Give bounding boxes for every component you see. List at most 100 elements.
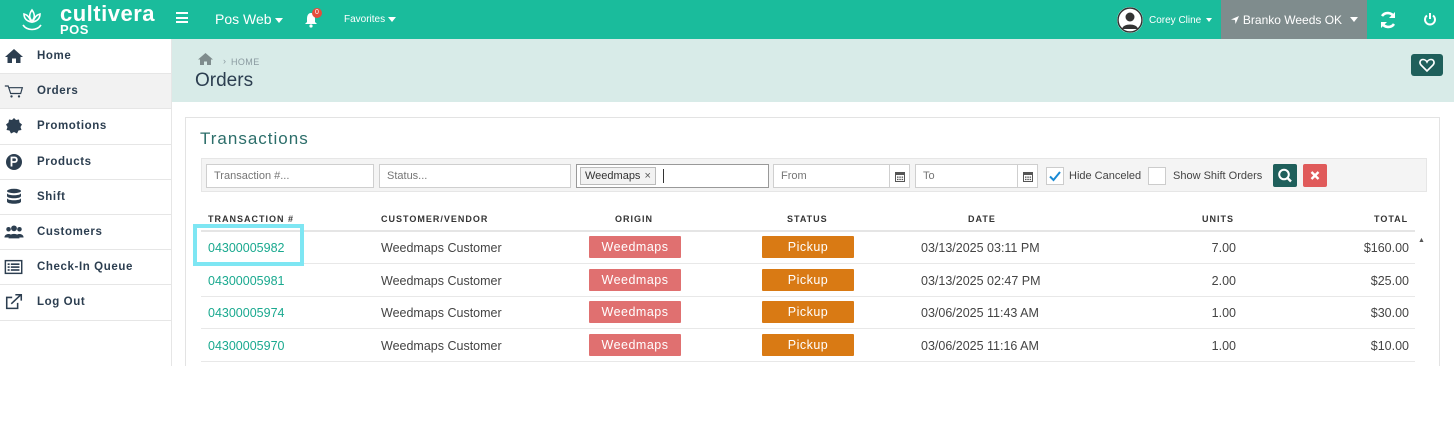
transaction-link[interactable]: 04300005970: [208, 339, 284, 353]
cultivera-leaf-icon: [22, 8, 42, 31]
from-calendar-button[interactable]: [890, 164, 910, 188]
to-calendar-button[interactable]: [1018, 164, 1038, 188]
notification-badge: 0: [312, 8, 322, 18]
user-menu[interactable]: Corey Cline: [1117, 7, 1213, 33]
home-icon[interactable]: [197, 52, 214, 66]
location-arrow-icon: [1230, 15, 1239, 24]
hamburger-menu-icon[interactable]: [176, 12, 188, 26]
transaction-link[interactable]: 04300005981: [208, 274, 284, 288]
filter-bar: Weedmaps×: [201, 158, 1427, 192]
sidebar-item-promotions[interactable]: Promotions: [0, 109, 171, 145]
app-menu-label: Pos Web: [215, 11, 272, 27]
avatar: [1117, 7, 1143, 33]
sidebar-item-log-out[interactable]: Log Out: [0, 285, 171, 321]
home-icon: [5, 49, 23, 63]
sidebar-item-home[interactable]: Home: [0, 39, 171, 75]
table-row[interactable]: 04300005982 Weedmaps Customer Weedmaps P…: [201, 232, 1415, 264]
brand-logo[interactable]: cultivera POS: [18, 2, 155, 37]
page-title: Orders: [195, 70, 254, 91]
top-bar: cultivera POS Pos Web 0 Favorites Corey …: [0, 0, 1454, 39]
origin-badge: Weedmaps: [589, 236, 681, 258]
customer-cell: Weedmaps Customer: [381, 241, 502, 255]
show-shift-orders-label: Show Shift Orders: [1173, 170, 1263, 182]
favorite-button[interactable]: [1411, 54, 1443, 76]
transaction-link[interactable]: 04300005974: [208, 306, 284, 320]
breadcrumb[interactable]: HOME: [231, 57, 260, 67]
total-cell: $30.00: [1370, 306, 1409, 320]
status-badge: Pickup: [762, 269, 854, 291]
column-header-total[interactable]: TOTAL: [1374, 214, 1408, 224]
units-cell: 2.00: [1211, 274, 1236, 288]
origin-tag-label: Weedmaps: [585, 170, 641, 182]
sidebar-item-shift[interactable]: Shift: [0, 180, 171, 215]
app-menu-dropdown[interactable]: Pos Web: [215, 11, 283, 27]
location-selector[interactable]: Branko Weeds OK: [1221, 0, 1367, 39]
caret-down-icon: [1206, 18, 1213, 22]
cart-icon: [4, 85, 24, 98]
column-header-units[interactable]: UNITS: [1202, 214, 1234, 224]
sidebar-item-customers[interactable]: Customers: [0, 215, 171, 251]
total-cell: $10.00: [1370, 339, 1409, 353]
column-header-transaction[interactable]: TRANSACTION #: [208, 214, 294, 224]
text-cursor: [663, 169, 664, 183]
sidebar-item-check-in-queue[interactable]: Check-In Queue: [0, 250, 171, 286]
customer-cell: Weedmaps Customer: [381, 274, 502, 288]
heart-icon: [1419, 58, 1435, 73]
table-row[interactable]: 04300005981 Weedmaps Customer Weedmaps P…: [201, 265, 1415, 297]
status-badge: Pickup: [762, 301, 854, 323]
origin-tag-input[interactable]: Weedmaps ×: [576, 164, 769, 188]
checkmark-icon: [1049, 171, 1061, 182]
calendar-icon: [895, 172, 905, 182]
panel-title: Transactions: [200, 129, 309, 148]
date-cell: 03/13/2025 03:11 PM: [921, 241, 1040, 255]
caret-down-icon: [1350, 17, 1359, 22]
favorites-dropdown[interactable]: Favorites: [344, 14, 397, 25]
origin-badge: Weedmaps: [589, 301, 681, 323]
status-select[interactable]: [379, 164, 571, 188]
user-silhouette-icon: [1117, 7, 1143, 33]
sidebar-item-label: Home: [37, 50, 72, 62]
tag-remove-icon[interactable]: ×: [644, 170, 650, 182]
date-cell: 03/06/2025 11:16 AM: [921, 339, 1039, 353]
transaction-number-input[interactable]: [206, 164, 374, 188]
sidebar-item-products[interactable]: Products: [0, 145, 171, 180]
caret-down-icon: [388, 16, 397, 22]
sidebar-item-orders[interactable]: Orders: [0, 74, 171, 110]
transactions-panel: Transactions Weedmaps×: [185, 117, 1440, 366]
users-icon: [4, 225, 24, 239]
table-row[interactable]: 04300005974 Weedmaps Customer Weedmaps P…: [201, 297, 1415, 329]
list-icon: [4, 260, 23, 275]
column-header-origin[interactable]: ORIGIN: [615, 214, 653, 224]
total-cell: $25.00: [1370, 274, 1409, 288]
to-date-input[interactable]: [915, 164, 1018, 188]
refresh-icon[interactable]: [1378, 10, 1398, 30]
selection-highlight: [193, 224, 304, 266]
search-icon: [1278, 168, 1292, 183]
sidebar-item-label: Products: [37, 155, 92, 168]
search-button[interactable]: [1273, 164, 1297, 187]
hide-canceled-checkbox[interactable]: [1046, 167, 1064, 185]
close-icon: [1310, 171, 1320, 180]
power-icon[interactable]: [1423, 12, 1437, 26]
user-name: Corey Cline: [1149, 14, 1202, 26]
column-header-status[interactable]: STATUS: [787, 214, 828, 224]
scroll-up-arrow-icon[interactable]: ▲: [1418, 237, 1425, 244]
from-date-input[interactable]: [773, 164, 890, 188]
column-header-customer[interactable]: CUSTOMER/VENDOR: [381, 214, 488, 224]
sidebar-item-label: Check-In Queue: [37, 261, 133, 274]
status-badge: Pickup: [762, 334, 854, 356]
caret-down-icon: [274, 17, 283, 23]
column-header-date[interactable]: DATE: [968, 214, 996, 224]
units-cell: 1.00: [1211, 339, 1236, 353]
origin-badge: Weedmaps: [589, 334, 681, 356]
sidebar-item-label: Log Out: [37, 296, 86, 309]
hide-canceled-label: Hide Canceled: [1069, 170, 1142, 182]
date-cell: 03/13/2025 02:47 PM: [921, 274, 1041, 288]
clear-filters-button[interactable]: [1303, 164, 1327, 187]
origin-badge: Weedmaps: [589, 269, 681, 291]
units-cell: 7.00: [1211, 241, 1236, 255]
show-shift-orders-checkbox[interactable]: [1148, 167, 1166, 185]
favorites-label: Favorites: [344, 14, 386, 25]
customer-cell: Weedmaps Customer: [381, 306, 502, 320]
table-row[interactable]: 04300005970 Weedmaps Customer Weedmaps P…: [201, 330, 1415, 362]
